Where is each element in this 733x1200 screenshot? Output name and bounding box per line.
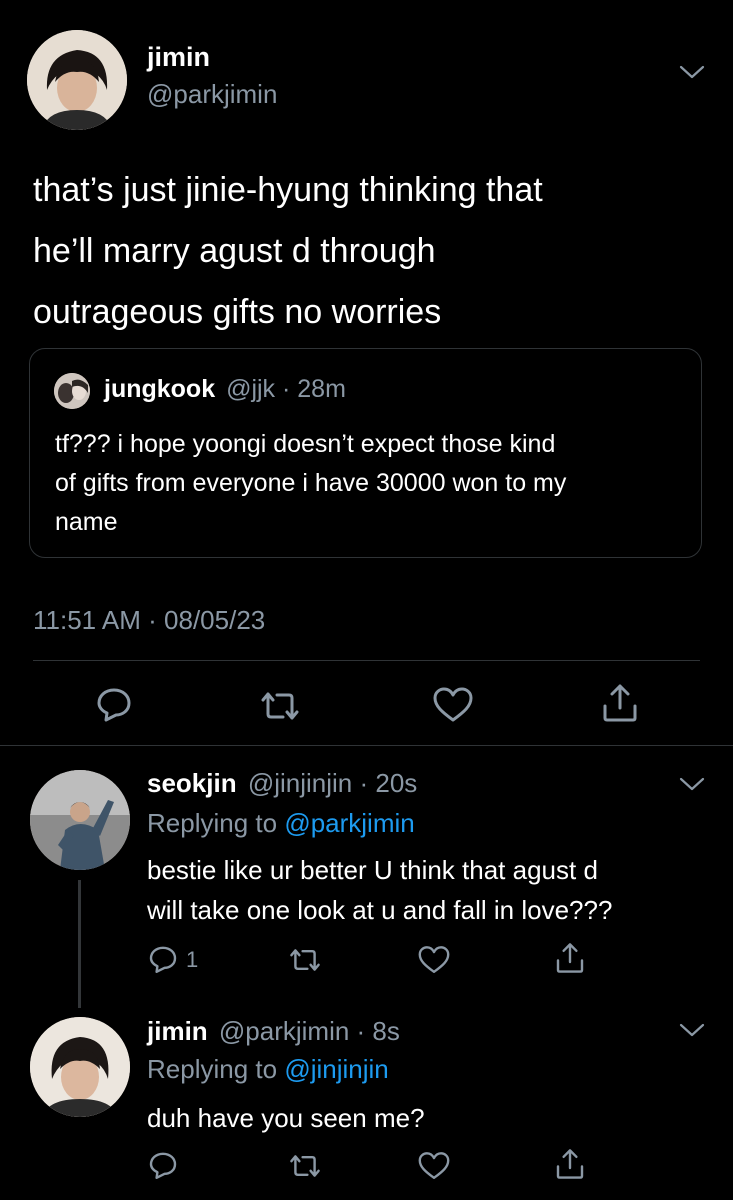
reply-text: bestie like ur better U think that agust… bbox=[147, 850, 612, 930]
divider bbox=[0, 745, 733, 746]
reply-text: duh have you seen me? bbox=[147, 1098, 425, 1138]
heart-icon[interactable] bbox=[417, 945, 451, 975]
chevron-down-icon[interactable] bbox=[679, 776, 705, 792]
retweet-icon[interactable] bbox=[286, 1150, 324, 1182]
reply-text-line: bestie like ur better U think that agust… bbox=[147, 855, 598, 885]
tweet-text-line: that’s just jinie-hyung thinking that bbox=[33, 171, 543, 209]
reply-count: 1 bbox=[186, 947, 199, 972]
reply-header: jimin @parkjimin · 8s bbox=[147, 1016, 400, 1047]
author-name[interactable]: seokjin bbox=[147, 768, 237, 798]
replying-to-link[interactable]: @parkjimin bbox=[284, 808, 414, 838]
share-icon[interactable] bbox=[600, 682, 640, 724]
replying-to: Replying to @jinjinjin bbox=[147, 1054, 389, 1085]
chevron-down-icon[interactable] bbox=[679, 64, 705, 80]
replying-to-label: Replying to bbox=[147, 808, 285, 838]
reply-icon[interactable] bbox=[94, 684, 134, 724]
replying-to-label: Replying to bbox=[147, 1054, 285, 1084]
share-icon[interactable] bbox=[554, 941, 586, 975]
retweet-icon[interactable] bbox=[286, 944, 324, 976]
quoted-author-name: jungkook bbox=[104, 375, 216, 403]
share-icon[interactable] bbox=[554, 1147, 586, 1181]
avatar[interactable] bbox=[30, 770, 130, 870]
avatar-photo bbox=[30, 1017, 130, 1117]
avatar[interactable] bbox=[27, 30, 127, 130]
quoted-text-line: of gifts from everyone i have 30000 won … bbox=[55, 469, 567, 497]
tweet-text-line: outrageous gifts no worries bbox=[33, 293, 442, 331]
reply-meta[interactable]: @parkjimin · 8s bbox=[219, 1016, 400, 1046]
heart-icon[interactable] bbox=[417, 1151, 451, 1181]
reply-icon[interactable] bbox=[147, 1149, 179, 1181]
quoted-meta: @jjk · 28m bbox=[226, 375, 346, 403]
replying-to: Replying to @parkjimin bbox=[147, 808, 415, 839]
avatar[interactable] bbox=[30, 1017, 130, 1117]
retweet-icon[interactable] bbox=[257, 686, 303, 726]
quoted-text-line: name bbox=[55, 508, 118, 536]
reply-text-line: will take one look at u and fall in love… bbox=[147, 895, 613, 925]
reply-text-line: duh have you seen me? bbox=[147, 1103, 425, 1133]
chevron-down-icon[interactable] bbox=[679, 1022, 705, 1038]
author-handle[interactable]: @parkjimin bbox=[147, 79, 277, 110]
avatar-photo bbox=[30, 770, 130, 870]
heart-icon[interactable] bbox=[432, 686, 474, 724]
author-name[interactable]: jimin bbox=[147, 42, 210, 73]
reply-icon[interactable] bbox=[147, 943, 179, 975]
divider bbox=[33, 660, 700, 661]
quoted-tweet[interactable]: jungkook @jjk · 28m tf??? i hope yoongi … bbox=[29, 348, 702, 558]
tweet-text-line: he’ll marry agust d through bbox=[33, 232, 436, 270]
timestamp[interactable]: 11:51 AM · 08/05/23 bbox=[33, 605, 265, 636]
reply-header: seokjin @jinjinjin · 20s bbox=[147, 768, 417, 799]
reply-meta[interactable]: @jinjinjin · 20s bbox=[248, 768, 417, 798]
replying-to-link[interactable]: @jinjinjin bbox=[284, 1054, 388, 1084]
quoted-text-line: tf??? i hope yoongi doesn’t expect those… bbox=[55, 430, 556, 458]
quoted-avatar-photo bbox=[54, 373, 90, 409]
quoted-avatar bbox=[54, 373, 90, 409]
avatar-photo bbox=[27, 30, 127, 130]
thread-line bbox=[78, 880, 81, 1008]
quoted-text: tf??? i hope yoongi doesn’t expect those… bbox=[55, 425, 566, 542]
tweet-text: that’s just jinie-hyung thinking that he… bbox=[33, 160, 543, 343]
author-name[interactable]: jimin bbox=[147, 1016, 208, 1046]
quoted-header: jungkook @jjk · 28m bbox=[104, 375, 346, 404]
